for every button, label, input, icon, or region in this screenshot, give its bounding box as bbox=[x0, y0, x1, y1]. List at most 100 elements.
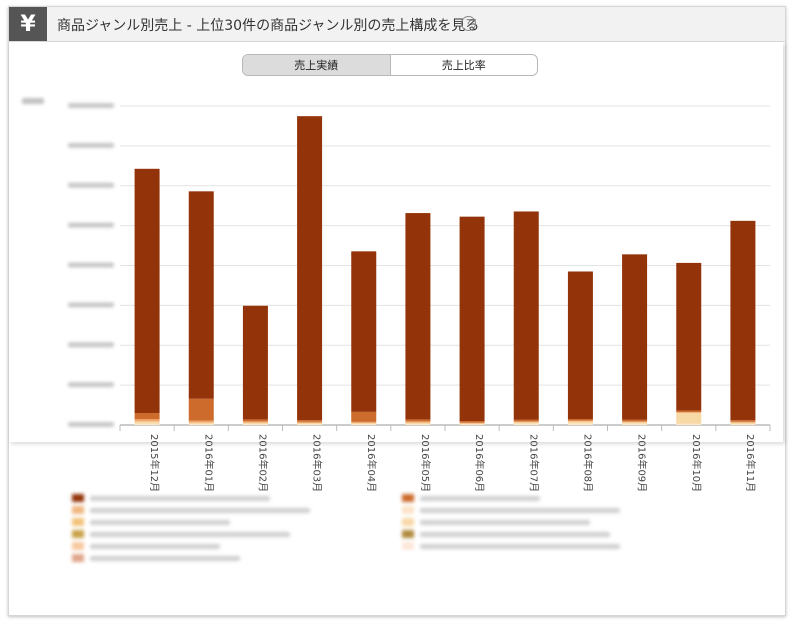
legend-item bbox=[402, 540, 620, 552]
bar-segment bbox=[134, 419, 160, 422]
bar-segment bbox=[459, 423, 485, 425]
legend-label-blurred bbox=[90, 495, 270, 501]
legend-item bbox=[402, 528, 610, 540]
bar-segment bbox=[676, 262, 702, 411]
bar-segment bbox=[188, 422, 214, 425]
bar-segment bbox=[622, 254, 648, 420]
bar-segment bbox=[567, 420, 593, 422]
bar-segment bbox=[405, 422, 431, 425]
legend-item bbox=[402, 516, 590, 528]
bar-segment bbox=[134, 168, 160, 414]
bar-segment bbox=[730, 422, 756, 425]
x-tick-label: 2016年08月 bbox=[581, 434, 594, 492]
bar-segment bbox=[297, 424, 323, 425]
bar-segment bbox=[405, 419, 431, 422]
x-tick-label: 2016年01月 bbox=[202, 434, 215, 492]
legend-item bbox=[72, 552, 240, 564]
bar-segment bbox=[351, 411, 377, 422]
legend-label-blurred bbox=[90, 555, 240, 561]
legend-label-blurred bbox=[420, 543, 620, 549]
legend-label-blurred bbox=[90, 519, 230, 525]
bar-segment bbox=[351, 251, 377, 412]
bar-segment bbox=[188, 398, 214, 421]
bar-segment bbox=[405, 424, 431, 425]
bar-segment bbox=[242, 422, 268, 425]
bar-segment bbox=[297, 420, 323, 422]
bar-segment bbox=[188, 424, 214, 425]
bar-segment bbox=[513, 422, 539, 424]
legend-item bbox=[72, 516, 230, 528]
bar-segment bbox=[405, 421, 431, 423]
bar-segment bbox=[567, 423, 593, 425]
x-tick-label: 2016年07月 bbox=[527, 434, 540, 492]
bar-segment bbox=[351, 421, 377, 424]
legend-label-blurred bbox=[420, 531, 610, 537]
legend-label-blurred bbox=[420, 507, 620, 513]
legend-item bbox=[72, 492, 270, 504]
bar-segment bbox=[242, 419, 268, 422]
bar-segment bbox=[567, 419, 593, 421]
bar-segment bbox=[567, 421, 593, 424]
bar-segment bbox=[351, 424, 377, 425]
x-tick-label: 2016年11月 bbox=[744, 434, 757, 492]
legend-label-blurred bbox=[90, 507, 310, 513]
x-tick-label: 2016年02月 bbox=[256, 434, 269, 492]
bar-segment bbox=[676, 410, 702, 413]
bar-segment bbox=[242, 305, 268, 420]
bar-segment bbox=[188, 191, 214, 399]
bar-segment bbox=[730, 220, 756, 421]
legend-item bbox=[72, 528, 290, 540]
legend-swatch bbox=[72, 494, 84, 502]
y-tick-label bbox=[68, 103, 114, 108]
bar-segment bbox=[730, 424, 756, 425]
bar-segment bbox=[459, 424, 485, 425]
bars bbox=[119, 116, 756, 431]
bar-segment bbox=[188, 420, 214, 423]
legend-item bbox=[402, 504, 620, 516]
bar-segment bbox=[513, 421, 539, 423]
y-tick-label bbox=[68, 422, 114, 427]
y-axis-unit-label bbox=[22, 98, 44, 104]
y-tick-label bbox=[68, 222, 114, 228]
bar-segment bbox=[459, 216, 485, 422]
legend-swatch bbox=[72, 506, 84, 514]
bar-segment bbox=[459, 422, 485, 424]
x-tick-label: 2016年04月 bbox=[365, 434, 378, 492]
bar-segment bbox=[459, 421, 485, 423]
y-axis-ticks bbox=[22, 98, 114, 427]
bar-segment bbox=[567, 271, 593, 420]
legend-swatch bbox=[72, 542, 84, 550]
bar-segment bbox=[622, 419, 648, 422]
bar-segment bbox=[622, 421, 648, 423]
bar-segment bbox=[622, 423, 648, 425]
bar-segment bbox=[676, 423, 702, 425]
bar-segment bbox=[405, 213, 431, 420]
bar-segment bbox=[134, 423, 160, 425]
bar-segment bbox=[513, 211, 539, 420]
x-tick-label: 2016年10月 bbox=[690, 434, 703, 492]
bar-segment bbox=[297, 423, 323, 425]
bar-segment bbox=[242, 421, 268, 423]
chart-legend bbox=[72, 492, 712, 572]
bar-segment bbox=[513, 419, 539, 422]
bar-segment bbox=[730, 421, 756, 423]
y-tick-label bbox=[68, 182, 114, 188]
bar-segment bbox=[297, 116, 323, 421]
bar-segment bbox=[730, 420, 756, 422]
legend-swatch bbox=[402, 530, 414, 538]
y-tick-label bbox=[68, 382, 114, 388]
bar-segment bbox=[676, 412, 702, 424]
y-tick-label bbox=[68, 142, 114, 148]
legend-item bbox=[72, 540, 220, 552]
legend-swatch bbox=[402, 494, 414, 502]
legend-swatch bbox=[402, 506, 414, 514]
bar-segment bbox=[297, 421, 323, 424]
legend-item bbox=[72, 504, 310, 516]
x-tick-label: 2016年05月 bbox=[419, 434, 432, 492]
legend-label-blurred bbox=[90, 531, 290, 537]
grid-lines bbox=[120, 105, 770, 426]
legend-label-blurred bbox=[420, 519, 590, 525]
y-tick-label bbox=[68, 262, 114, 268]
x-tick-label: 2015年12月 bbox=[148, 434, 161, 492]
x-tick-label: 2016年03月 bbox=[311, 434, 324, 492]
